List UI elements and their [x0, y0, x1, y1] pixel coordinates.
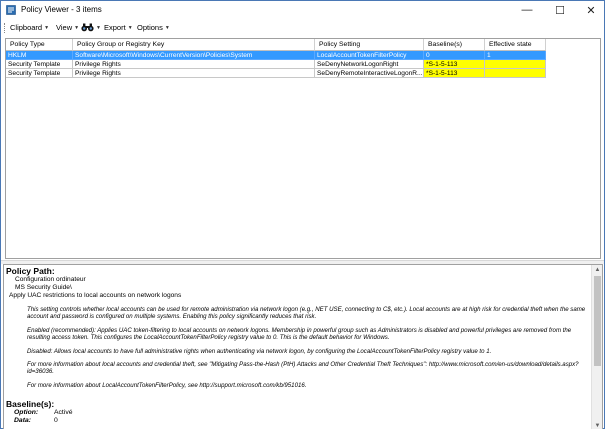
maximize-button[interactable]: ☐ — [545, 1, 575, 19]
cell-baseline: *S-1-5-113 — [424, 60, 485, 69]
chevron-down-icon: ▼ — [127, 24, 133, 31]
path-line: MS Security Guide\ — [15, 284, 72, 291]
description-paragraph: This setting controls whether local acco… — [27, 306, 586, 321]
cell-policy-setting: LocalAccountTokenFilterPolicy — [315, 51, 424, 60]
baseline-heading: Baseline(s): — [6, 399, 55, 410]
cell-registry-key: Software\Microsoft\Windows\CurrentVersio… — [73, 51, 315, 60]
grid-header: Policy Type Policy Group or Registry Key… — [6, 39, 546, 51]
minimize-button[interactable]: — — [512, 1, 542, 19]
scrollbar-thumb[interactable] — [594, 276, 601, 366]
chevron-down-icon: ▼ — [74, 24, 80, 31]
path-line: Apply UAC restrictions to local accounts… — [9, 292, 182, 299]
cell-policy-type: Security Template — [6, 69, 73, 78]
baseline-data-row: Data: 0 — [6, 417, 591, 425]
chevron-down-icon: ▼ — [164, 24, 170, 31]
description-paragraph: For more information about local account… — [27, 361, 579, 376]
cell-policy-type: HKLM — [6, 51, 73, 60]
app-icon — [6, 5, 16, 15]
options-label: Options — [137, 23, 163, 32]
details-content: Policy Path: Configuration ordinateur MS… — [6, 265, 591, 425]
options-menu[interactable]: Options ▼ — [137, 23, 170, 32]
view-menu[interactable]: View ▼ — [56, 23, 79, 32]
table-row[interactable]: Security Template Privilege Rights SeDen… — [6, 60, 546, 69]
details-pane[interactable]: Policy Path: Configuration ordinateur MS… — [3, 264, 603, 429]
chevron-down-icon: ▼ — [44, 24, 50, 31]
cell-registry-key: Privilege Rights — [73, 60, 315, 69]
close-button[interactable]: ✕ — [576, 1, 605, 19]
path-line: Configuration ordinateur — [15, 276, 86, 283]
data-label: Data: — [14, 417, 31, 425]
toolbar: Clipboard ▼ View ▼ ▼ Export ▼ Options ▼ — [1, 20, 604, 36]
description-paragraph: Enabled (recommended): Applies UAC token… — [27, 326, 572, 342]
toolbar-grip — [4, 23, 6, 33]
cell-baseline: *S-1-5-113 — [424, 69, 485, 78]
export-label: Export — [104, 23, 126, 32]
cell-policy-setting: SeDenyNetworkLogonRight — [315, 60, 424, 69]
column-header-policy-type[interactable]: Policy Type — [6, 39, 73, 51]
details-scrollbar[interactable]: ▲ ▼ — [591, 265, 602, 429]
column-header-registry-key[interactable]: Policy Group or Registry Key — [73, 39, 315, 51]
cell-effective-state — [485, 60, 546, 69]
policy-viewer-window: Policy Viewer - 3 items — ☐ ✕ Clipboard … — [0, 0, 605, 429]
cell-policy-type: Security Template — [6, 60, 73, 69]
window-title: Policy Viewer - 3 items — [21, 5, 102, 14]
title-bar[interactable]: Policy Viewer - 3 items — ☐ ✕ — [1, 1, 604, 19]
cell-registry-key: Privilege Rights — [73, 69, 315, 78]
table-row[interactable]: Security Template Privilege Rights SeDen… — [6, 69, 546, 78]
table-row[interactable]: HKLM Software\Microsoft\Windows\CurrentV… — [6, 51, 546, 60]
description-paragraph: For more information about LocalAccountT… — [27, 381, 307, 389]
option-label: Option: — [14, 409, 39, 417]
column-header-baselines[interactable]: Baseline(s) — [424, 39, 485, 51]
binoculars-icon — [81, 23, 94, 32]
cell-effective-state — [485, 69, 546, 78]
scroll-up-icon[interactable]: ▲ — [592, 265, 602, 275]
export-menu[interactable]: Export ▼ — [104, 23, 133, 32]
policy-path-heading: Policy Path: — [6, 266, 55, 276]
option-value: Activé — [54, 409, 73, 417]
baseline-option-row: Option: Activé — [6, 409, 591, 417]
view-label: View — [56, 23, 73, 32]
chevron-down-icon: ▼ — [96, 24, 101, 31]
column-header-policy-setting[interactable]: Policy Setting — [315, 39, 424, 51]
description-paragraph: Disabled: Allows local accounts to have … — [27, 347, 492, 355]
find-button[interactable]: ▼ — [81, 23, 101, 32]
clipboard-label: Clipboard — [10, 23, 43, 32]
clipboard-menu[interactable]: Clipboard ▼ — [10, 23, 49, 32]
cell-baseline: 0 — [424, 51, 485, 60]
scroll-down-icon[interactable]: ▼ — [592, 421, 602, 429]
data-value: 0 — [54, 417, 58, 425]
cell-effective-state: 1 — [485, 51, 546, 60]
column-header-effective-state[interactable]: Effective state — [485, 39, 546, 51]
cell-policy-setting: SeDenyRemoteInteractiveLogonR... — [315, 69, 424, 78]
policy-grid[interactable]: Policy Type Policy Group or Registry Key… — [5, 38, 601, 259]
